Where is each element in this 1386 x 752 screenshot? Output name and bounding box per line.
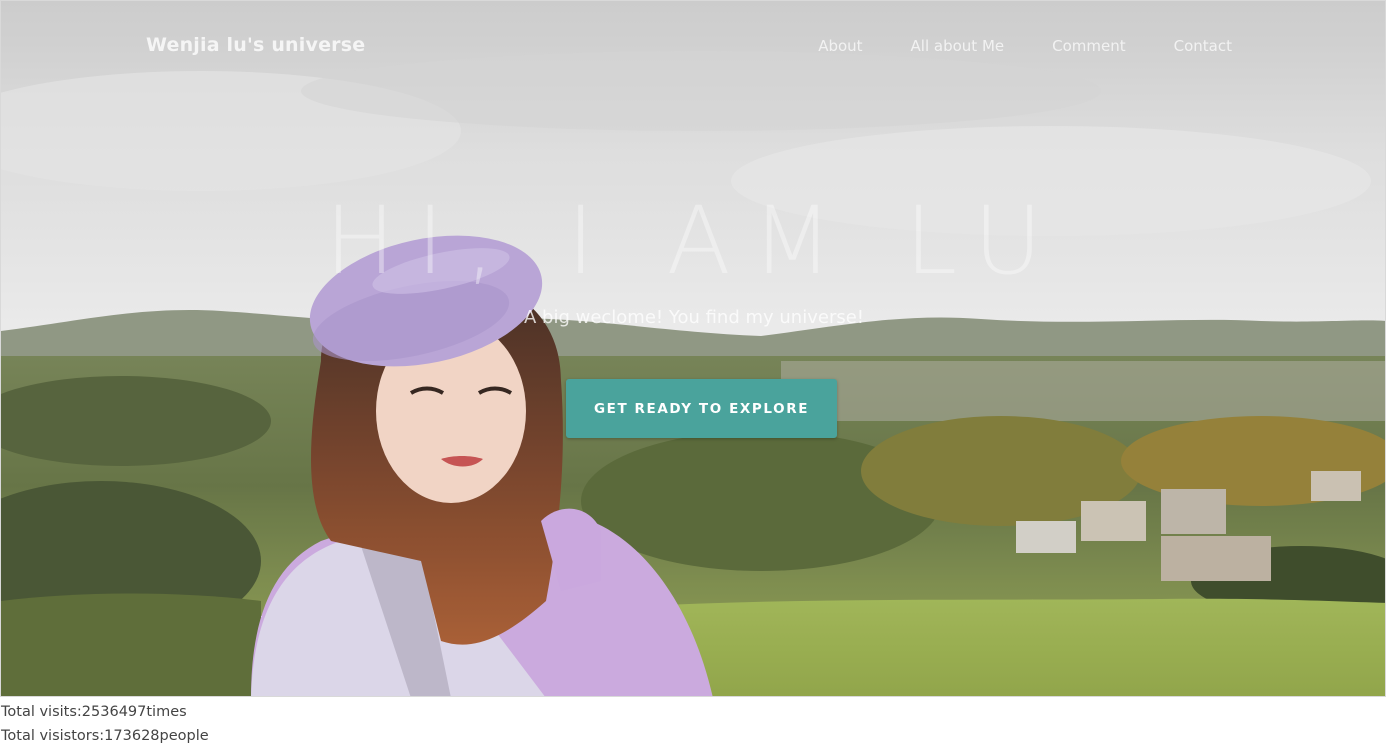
total-visits: Total visits:2536497times: [1, 704, 187, 720]
nav-item-all-about-me[interactable]: All about Me: [911, 37, 1005, 55]
nav-item-about[interactable]: About: [818, 37, 862, 55]
hero-section: Wenjia lu's universe About All about Me …: [0, 0, 1386, 697]
visit-stats: Total visits:2536497times Total visistor…: [1, 700, 209, 748]
site-brand[interactable]: Wenjia lu's universe: [146, 34, 365, 56]
total-visitors: Total visistors:173628people: [1, 728, 209, 744]
hero-background-photo: [1, 1, 1385, 696]
nav-menu: About All about Me Comment Contact: [770, 37, 1232, 55]
nav-item-contact[interactable]: Contact: [1174, 37, 1232, 55]
hero-title: HI, I AM LU: [324, 187, 1064, 296]
top-nav: Wenjia lu's universe About All about Me …: [1, 1, 1385, 91]
nav-item-comment[interactable]: Comment: [1052, 37, 1126, 55]
explore-button[interactable]: GET READY TO EXPLORE: [566, 379, 837, 438]
hero-subtitle: A big weclome! You find my universe!: [523, 307, 865, 328]
